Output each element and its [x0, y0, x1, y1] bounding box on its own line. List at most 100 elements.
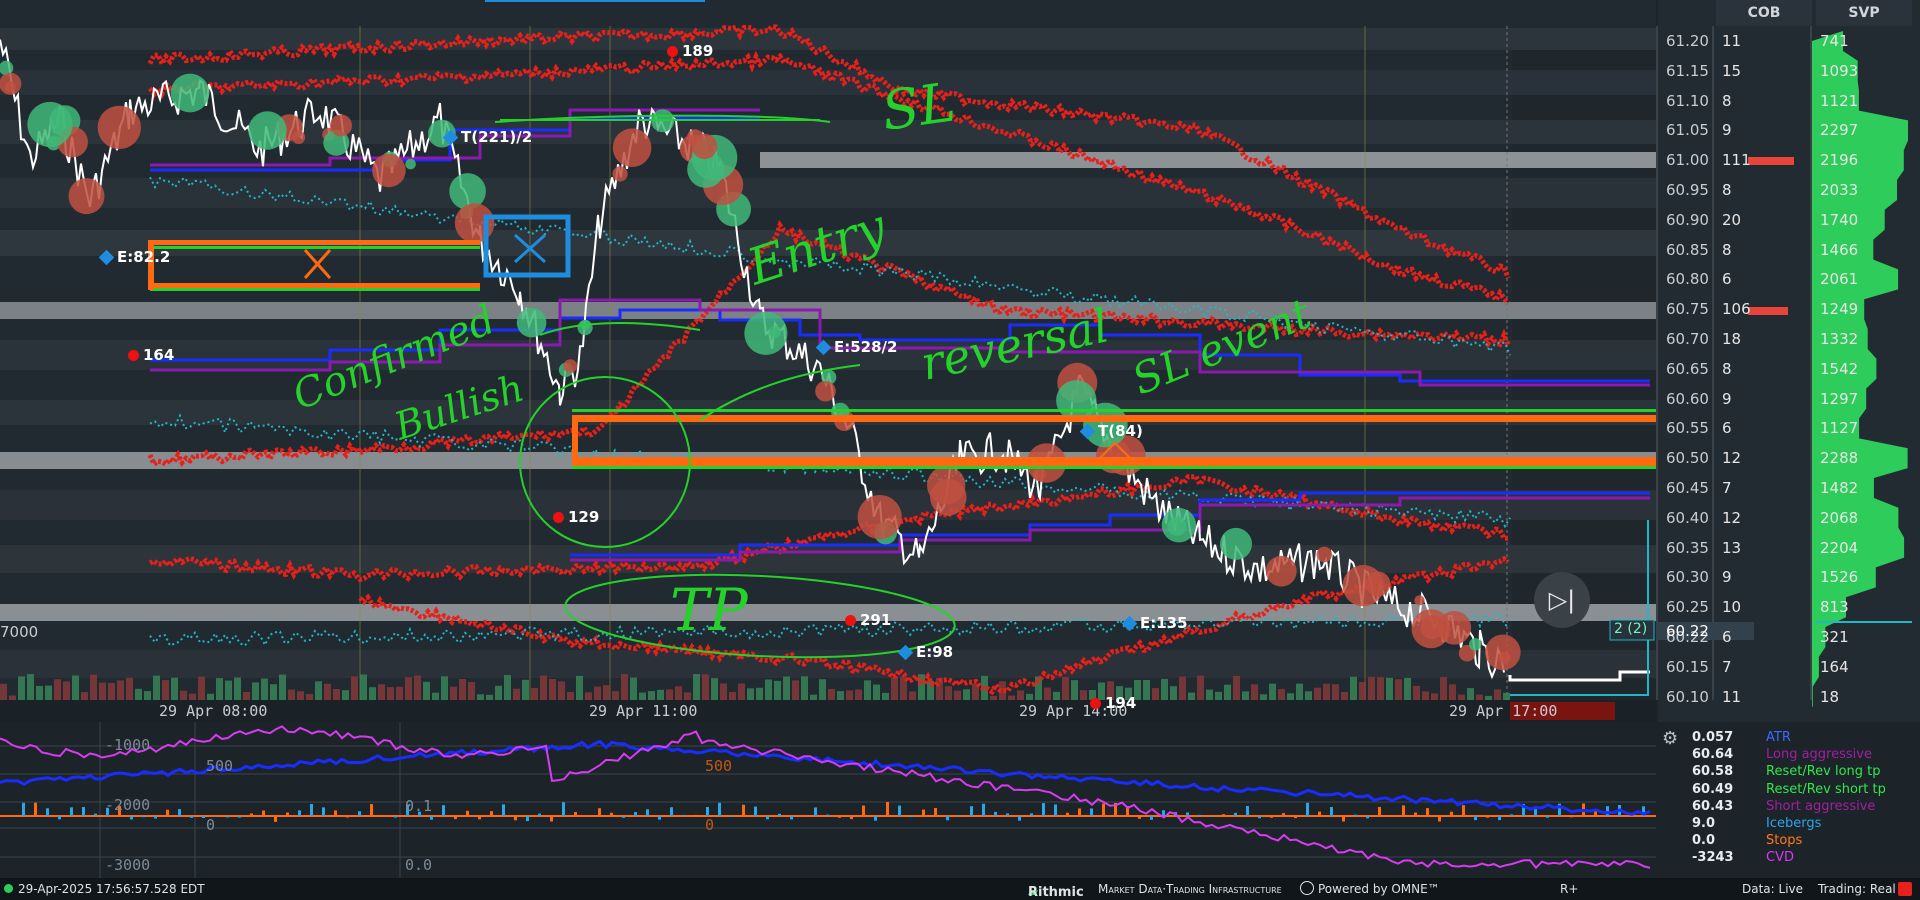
iceberg-bar — [190, 816, 193, 818]
ladder-cob: 8 — [1722, 91, 1732, 110]
ladder-row[interactable]: 61.05 9 2297 — [1658, 115, 1920, 145]
volume-bar — [1269, 683, 1276, 700]
marker-164[interactable]: 164 — [128, 346, 174, 364]
volume-bar — [81, 692, 88, 700]
time-label-1700: 29 Apr 17:00 — [1449, 702, 1558, 720]
iceberg-bar — [742, 804, 745, 817]
iceberg-bar — [526, 816, 529, 822]
marker-291[interactable]: 291 — [845, 611, 891, 629]
volume-bar — [657, 689, 664, 700]
volume-bar — [252, 682, 259, 700]
marker-e528[interactable]: E:528/2 — [815, 338, 897, 356]
ladder-row[interactable]: 60.30 9 1526 — [1658, 562, 1920, 592]
trade-bubble — [930, 479, 967, 516]
iceberg-bar — [682, 814, 685, 816]
status-bar: 29-Apr-2025 17:56:57.528 EDT ▰ Rithmic M… — [0, 878, 1920, 900]
ladder-cob: 8 — [1722, 181, 1732, 199]
ladder-cob: 8 — [1722, 359, 1732, 378]
ladder-cob: 20 — [1722, 210, 1742, 229]
ladder-row[interactable]: 60.80 6 2061 — [1658, 264, 1920, 294]
ladder-row[interactable]: 60.45 7 1482 — [1658, 473, 1920, 503]
ladder-row[interactable]: 60.55 6 1127 — [1658, 413, 1920, 443]
marker-129[interactable]: 129 — [553, 508, 599, 526]
iceberg-bar — [814, 807, 817, 817]
iceberg-bar — [226, 816, 229, 818]
volume-bar — [1161, 678, 1168, 700]
marker-e135[interactable]: E:135 — [1121, 614, 1188, 632]
playback-button[interactable]: ▷| — [1543, 582, 1581, 618]
ladder-row[interactable]: 60.25 10 813 — [1658, 592, 1920, 622]
legend-name: Icebergs — [1766, 816, 1822, 831]
ladder-cob: 9 — [1722, 568, 1732, 587]
volume-bar — [873, 684, 880, 700]
volume-bar — [675, 686, 682, 700]
ladder-row[interactable]: 60.95 8 2033 — [1658, 175, 1920, 205]
iceberg-bar — [94, 813, 97, 816]
ladder-price: 60.15 — [1666, 657, 1709, 676]
marker-e98[interactable]: E:98 — [897, 643, 953, 661]
ladder-row[interactable]: 60.60 9 1297 — [1658, 384, 1920, 414]
ladder-row[interactable]: 61.20 11 741 — [1658, 26, 1920, 56]
volume-bar — [1440, 677, 1447, 700]
iceberg-bar — [502, 804, 505, 816]
volume-bar — [801, 676, 808, 700]
volume-bar — [531, 688, 538, 700]
iceberg-bar — [466, 810, 469, 817]
ladder-row[interactable]: 60.10 11 18 — [1658, 682, 1920, 712]
volume-bar — [54, 679, 61, 700]
volume-bar — [1206, 689, 1213, 700]
iceberg-bar — [1546, 816, 1549, 818]
marker-194[interactable]: 194 — [1090, 694, 1136, 712]
volume-bar — [729, 692, 736, 700]
trade-bubble — [170, 73, 210, 113]
ladder-svp: 2196 — [1820, 151, 1859, 170]
marker-t221[interactable]: T(221)/2 — [442, 128, 532, 146]
red-dot-icon — [128, 350, 139, 361]
ladder-row[interactable]: 60.40 12 2068 — [1658, 503, 1920, 533]
red-dot-icon — [667, 46, 678, 57]
volume-bar — [1170, 686, 1177, 700]
ladder-svp: 2204 — [1820, 538, 1859, 557]
volume-bar — [522, 679, 529, 700]
volume-bar — [1044, 687, 1051, 700]
ladder-row[interactable]: 60.70 18 1332 — [1658, 324, 1920, 354]
ladder-row[interactable]: 60.85 8 1466 — [1658, 235, 1920, 265]
ladder-row[interactable]: 61.10 8 1121 — [1658, 86, 1920, 116]
ladder-price: 60.80 — [1666, 270, 1709, 289]
trade-bubble — [1316, 546, 1333, 563]
ladder-cob: 6 — [1722, 270, 1732, 289]
annotation-tp: TP — [670, 576, 749, 644]
ladder-row[interactable]: 61.00 111 2196 — [1658, 145, 1920, 175]
iceberg-bar — [154, 816, 157, 819]
marker-e82[interactable]: E:82.2 — [98, 248, 170, 266]
indicator-panel[interactable] — [0, 722, 1656, 878]
ladder-row[interactable]: 60.90 20 1740 — [1658, 205, 1920, 235]
ladder-row[interactable]: 60.65 8 1542 — [1658, 354, 1920, 384]
iceberg-bar — [730, 816, 733, 817]
ladder-row[interactable]: 61.15 15 1093 — [1658, 56, 1920, 86]
trade-bubble — [516, 307, 547, 338]
ladder-price: 61.00 — [1666, 151, 1709, 170]
main-chart[interactable]: SL Entry reversal SL event Confirmed Bul… — [0, 0, 1920, 722]
iceberg-bar — [1318, 811, 1321, 816]
legend-value: 60.43 — [1692, 798, 1734, 814]
ladder-row[interactable]: 60.75 106 1249 — [1658, 294, 1920, 324]
volume-bar — [963, 689, 970, 700]
ladder-svp: 1249 — [1820, 300, 1859, 319]
iceberg-bar — [1438, 816, 1441, 822]
ladder-cob: 13 — [1722, 538, 1742, 557]
marker-189[interactable]: 189 — [667, 42, 713, 60]
volume-bar — [405, 677, 412, 700]
ladder-row[interactable]: 60.50 12 2288 — [1658, 443, 1920, 473]
volume-bar — [333, 689, 340, 700]
ladder-svp: 1526 — [1820, 568, 1859, 587]
volume-bar — [621, 674, 628, 700]
volume-bar — [1071, 680, 1078, 700]
iceberg-bar — [1186, 812, 1189, 816]
ladder-row[interactable]: 60.15 7 164 — [1658, 652, 1920, 682]
marker-t84[interactable]: T(84) — [1079, 422, 1143, 440]
ladder-svp: 1093 — [1820, 61, 1859, 80]
ladder-row[interactable]: 60.35 13 2204 — [1658, 533, 1920, 563]
iceberg-bar — [1222, 814, 1225, 816]
volume-bar — [792, 680, 799, 700]
